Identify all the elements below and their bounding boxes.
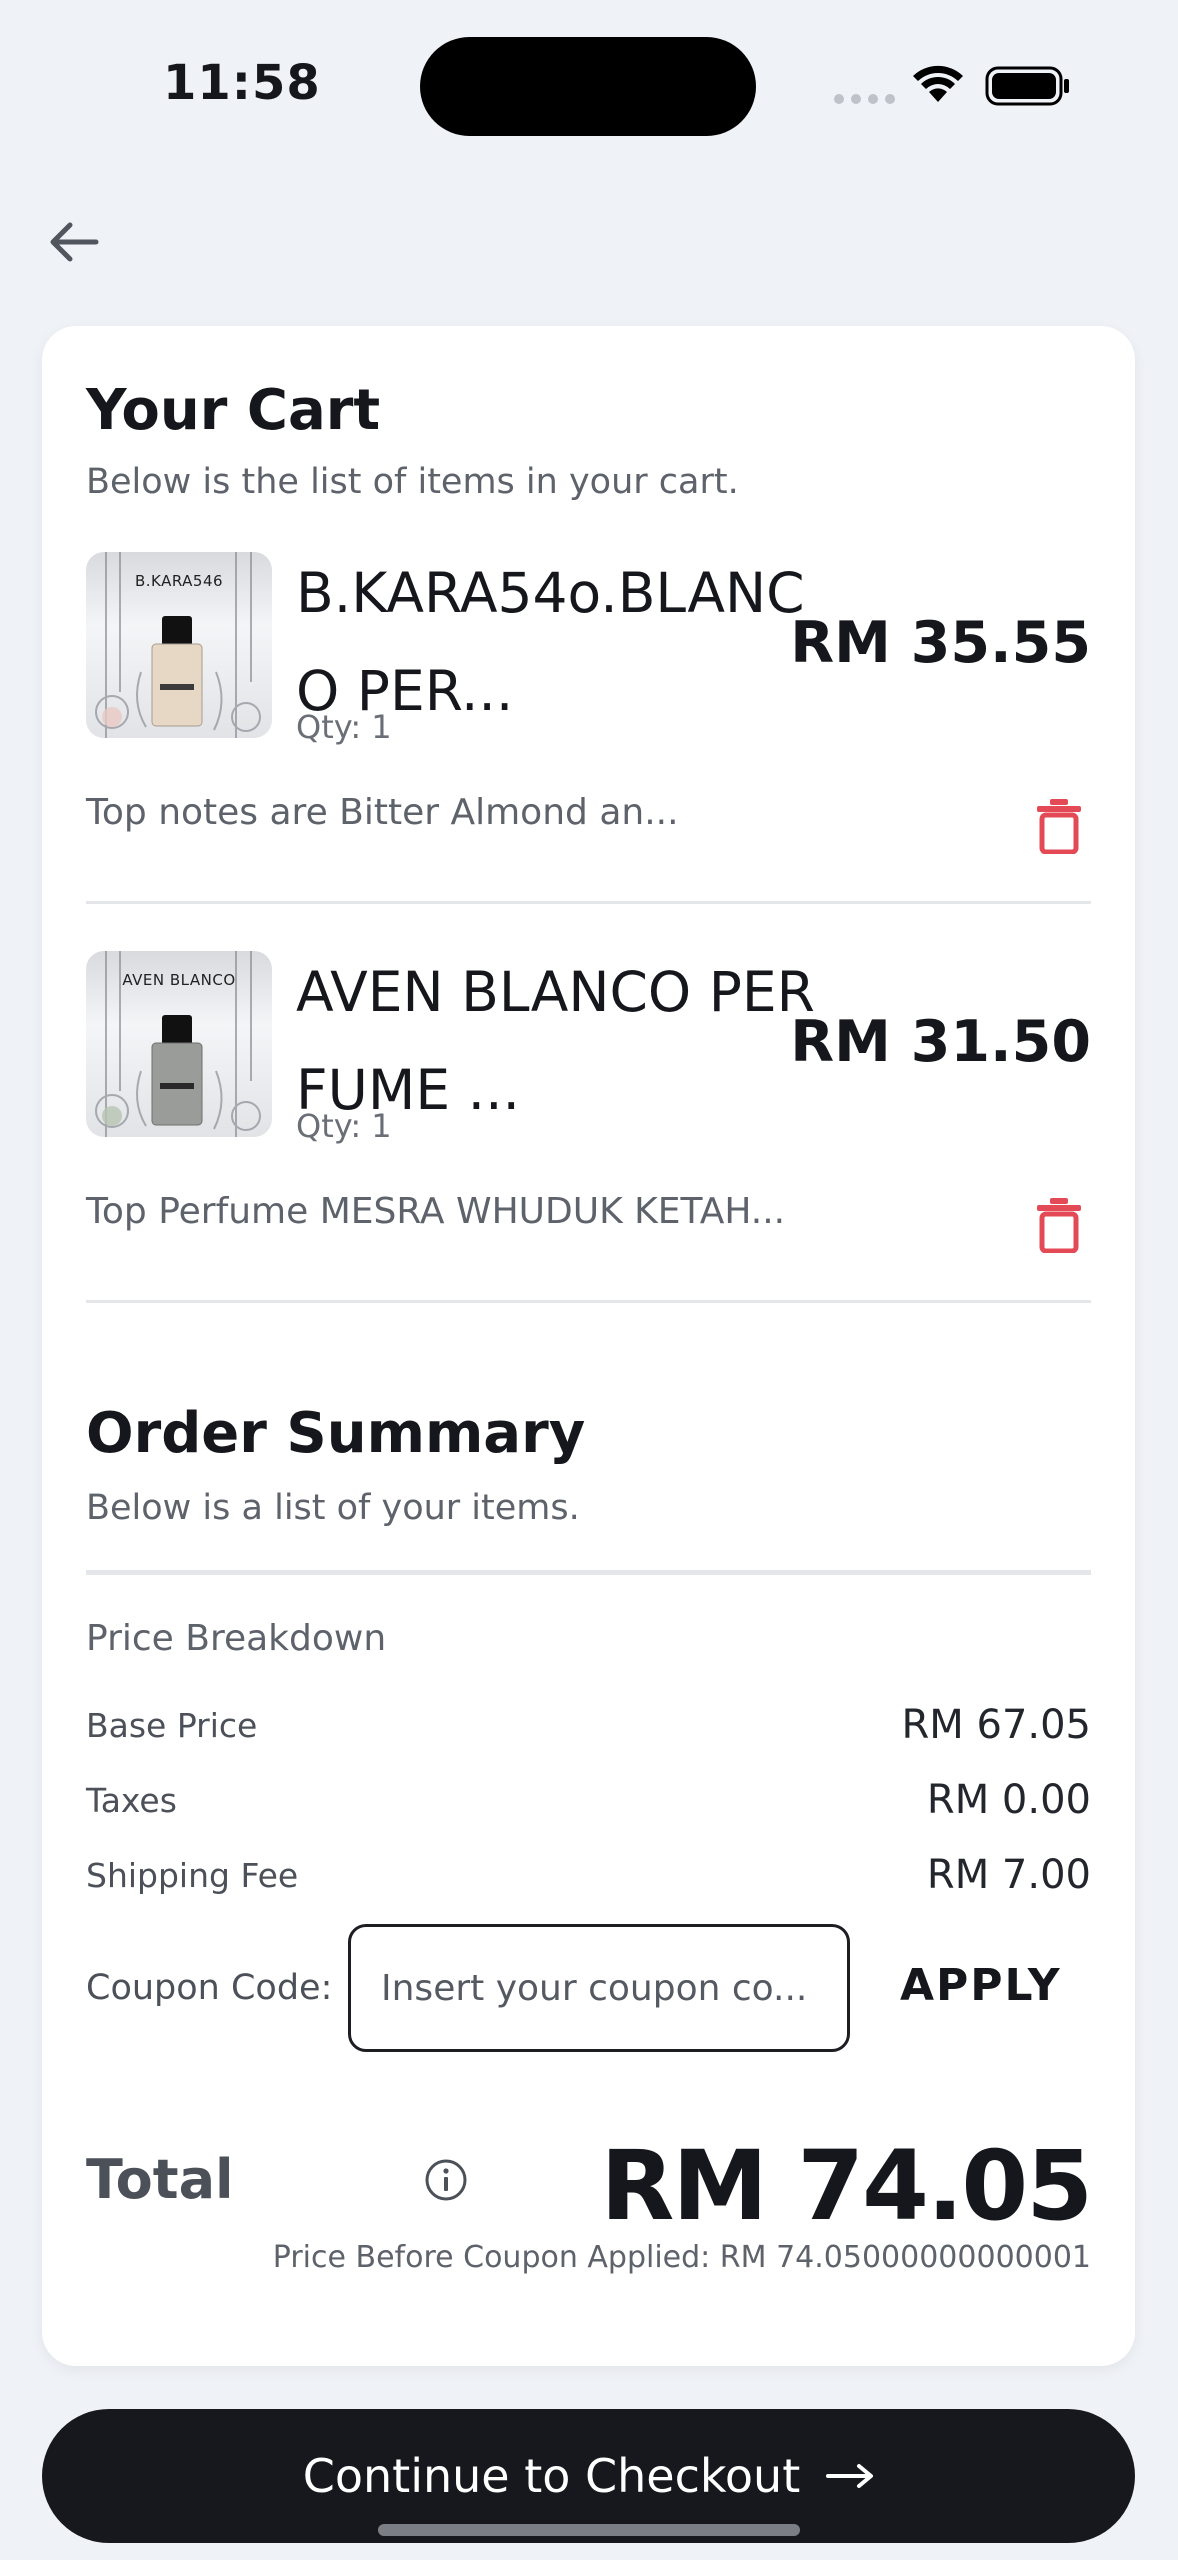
status-bar: 11:58: [0, 0, 1178, 170]
cart-subtitle: Below is the list of items in your cart.: [86, 462, 739, 502]
coupon-code-label: Coupon Code:: [86, 1968, 333, 2008]
product-description: Top Perfume MESRA WHUDUK KETAH...: [86, 1191, 786, 1232]
checkout-label: Continue to Checkout: [302, 2449, 801, 2503]
product-price: RM 31.50: [790, 1009, 1091, 1075]
price-breakdown-title: Price Breakdown: [86, 1618, 387, 1659]
trash-icon[interactable]: [1036, 798, 1082, 854]
total-label: Total: [86, 2148, 234, 2211]
dynamic-island: [420, 37, 756, 136]
order-summary-subtitle: Below is a list of your items.: [86, 1488, 580, 1528]
info-icon[interactable]: [424, 2158, 468, 2202]
product-image[interactable]: B.KARA546: [86, 552, 272, 738]
divider: [86, 901, 1091, 904]
product-quantity: Qty: 1: [296, 708, 392, 746]
base-price-label: Base Price: [86, 1706, 258, 1745]
cart-title: Your Cart: [86, 378, 381, 443]
apply-coupon-button[interactable]: APPLY: [900, 1960, 1062, 2011]
status-time: 11:58: [163, 55, 321, 111]
total-value: RM 74.05: [600, 2130, 1093, 2242]
coupon-input[interactable]: [348, 1924, 850, 2052]
battery-icon: [985, 66, 1069, 106]
taxes-value: RM 0.00: [926, 1777, 1091, 1823]
base-price-value: RM 67.05: [901, 1702, 1091, 1748]
shipping-fee-label: Shipping Fee: [86, 1856, 299, 1895]
wifi-icon: [913, 65, 963, 102]
shipping-fee-value: RM 7.00: [926, 1852, 1091, 1898]
trash-icon[interactable]: [1036, 1197, 1082, 1253]
cart-card: Your Cart Below is the list of items in …: [42, 326, 1135, 2366]
price-before-coupon: Price Before Coupon Applied: RM 74.05000…: [272, 2240, 1091, 2275]
continue-to-checkout-button[interactable]: Continue to Checkout: [42, 2409, 1135, 2543]
product-quantity: Qty: 1: [296, 1107, 392, 1145]
order-summary-title: Order Summary: [86, 1401, 586, 1466]
back-arrow-icon[interactable]: [44, 210, 108, 274]
taxes-label: Taxes: [86, 1781, 177, 1820]
home-indicator: [378, 2524, 800, 2536]
product-price: RM 35.55: [790, 610, 1091, 676]
product-image[interactable]: AVEN BLANCO: [86, 951, 272, 1137]
arrow-right-icon: [826, 2464, 874, 2488]
divider: [86, 1570, 1091, 1575]
product-description: Top notes are Bitter Almond an...: [86, 792, 679, 833]
divider: [86, 1300, 1091, 1303]
product-image-label: B.KARA546: [134, 572, 224, 590]
product-image-label: AVEN BLANCO: [122, 971, 236, 989]
signal-icon: [834, 94, 896, 104]
